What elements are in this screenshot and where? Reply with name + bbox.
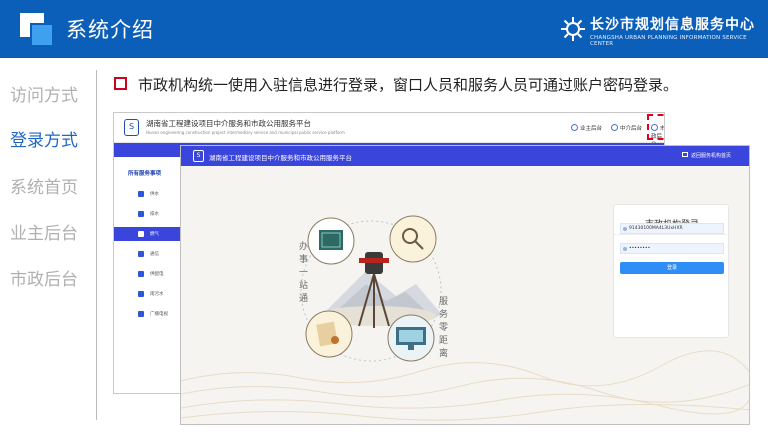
nav-item-municipal-backend[interactable]: 市政后台 xyxy=(10,265,78,290)
sidebar-item-power[interactable]: 供配电 xyxy=(114,267,182,281)
back-topbar: S 湖南省工程建设项目中介服务和市政公用服务平台 Hunan engineeri… xyxy=(114,113,664,148)
link-agency-backend[interactable]: 中介后台 xyxy=(611,124,642,132)
blueprint-circle-icon xyxy=(307,217,355,265)
login-separator xyxy=(614,234,730,235)
slide-logo-icon xyxy=(20,13,54,47)
bullet-text: 市政机构统一使用入驻信息进行登录，窗口人员和服务人员可通过账户密码登录。 xyxy=(138,76,679,94)
tv-icon xyxy=(138,311,144,317)
back-platform-subtitle: Hunan engineering construction project i… xyxy=(146,130,345,135)
flame-icon xyxy=(138,231,144,237)
platform-logo-icon: S xyxy=(193,150,204,162)
sidebar-item-sewage[interactable]: 雨污水 xyxy=(114,287,182,301)
link-owner-backend[interactable]: 业主后台 xyxy=(571,124,602,132)
documents-circle-icon xyxy=(305,310,353,358)
nav-item-owner-backend[interactable]: 业主后台 xyxy=(10,219,78,244)
user-icon xyxy=(623,227,627,231)
back-platform-title: 湖南省工程建设项目中介服务和市政公用服务平台 xyxy=(146,119,311,128)
brand-emblem-icon xyxy=(561,17,585,41)
slogan-right: 服务零距离 xyxy=(437,296,447,361)
platform-logo-icon: S xyxy=(124,119,139,136)
sidebar-header: 所有服务事项 xyxy=(128,171,162,177)
user-icon xyxy=(571,124,578,131)
front-topbar: S 湖南省工程建设项目中介服务和市政公用服务平台 返回服务机构首页 xyxy=(181,146,749,166)
slide-header: 系统介绍 长沙市规划信息服务中心 CHANGSHA URBAN PLANNING… xyxy=(0,0,768,58)
back-sidebar: 所有服务事项 供水 排水 燃气 通信 供配电 雨污水 广播电视 xyxy=(114,157,182,393)
water-icon xyxy=(138,191,144,197)
agency-icon xyxy=(611,124,618,131)
slogan-left: 办事一站通 xyxy=(297,241,307,306)
lock-icon xyxy=(623,247,627,251)
monitor-circle-icon xyxy=(387,314,435,362)
exit-icon xyxy=(681,152,688,157)
sidebar-item-drainage[interactable]: 排水 xyxy=(114,207,182,221)
nav-item-access[interactable]: 访问方式 xyxy=(10,81,78,106)
bullet-square-icon xyxy=(114,77,127,90)
magnifier-circle-icon xyxy=(389,215,437,263)
sidebar-item-telecom[interactable]: 通信 xyxy=(114,247,182,261)
sidebar-item-water-supply[interactable]: 供水 xyxy=(114,187,182,201)
highlight-dashed-box xyxy=(647,114,664,140)
login-card: 市政机构登录 91430100MA4L3UxHXR •••••••• 登录 xyxy=(613,204,730,338)
username-field[interactable]: 91430100MA4L3UxHXR xyxy=(620,223,724,234)
drainage-icon xyxy=(138,211,144,217)
signal-icon xyxy=(138,251,144,257)
nav-item-login[interactable]: 登录方式 xyxy=(10,126,78,151)
nav-item-home[interactable]: 系统首页 xyxy=(10,173,78,198)
slide-title: 系统介绍 xyxy=(66,18,154,42)
brand-logo: 长沙市规划信息服务中心 CHANGSHA URBAN PLANNING INFO… xyxy=(560,14,760,47)
platform-screenshot-front: S 湖南省工程建设项目中介服务和市政公用服务平台 返回服务机构首页 办事一站通 … xyxy=(180,145,750,425)
brand-name-en: CHANGSHA URBAN PLANNING INFORMATION SERV… xyxy=(590,35,747,47)
back-to-home-link[interactable]: 返回服务机构首页 xyxy=(681,152,731,159)
sewage-icon xyxy=(138,291,144,297)
sidebar-item-broadcast[interactable]: 广播电视 xyxy=(114,307,182,321)
login-button[interactable]: 登录 xyxy=(620,262,724,274)
front-platform-title: 湖南省工程建设项目中介服务和市政公用服务平台 xyxy=(209,154,352,162)
brand-name-cn: 长沙市规划信息服务中心 xyxy=(590,17,755,33)
nav-divider xyxy=(96,70,97,420)
sidebar-item-gas[interactable]: 燃气 xyxy=(114,227,182,241)
power-icon xyxy=(138,271,144,277)
password-field[interactable]: •••••••• xyxy=(620,243,724,254)
